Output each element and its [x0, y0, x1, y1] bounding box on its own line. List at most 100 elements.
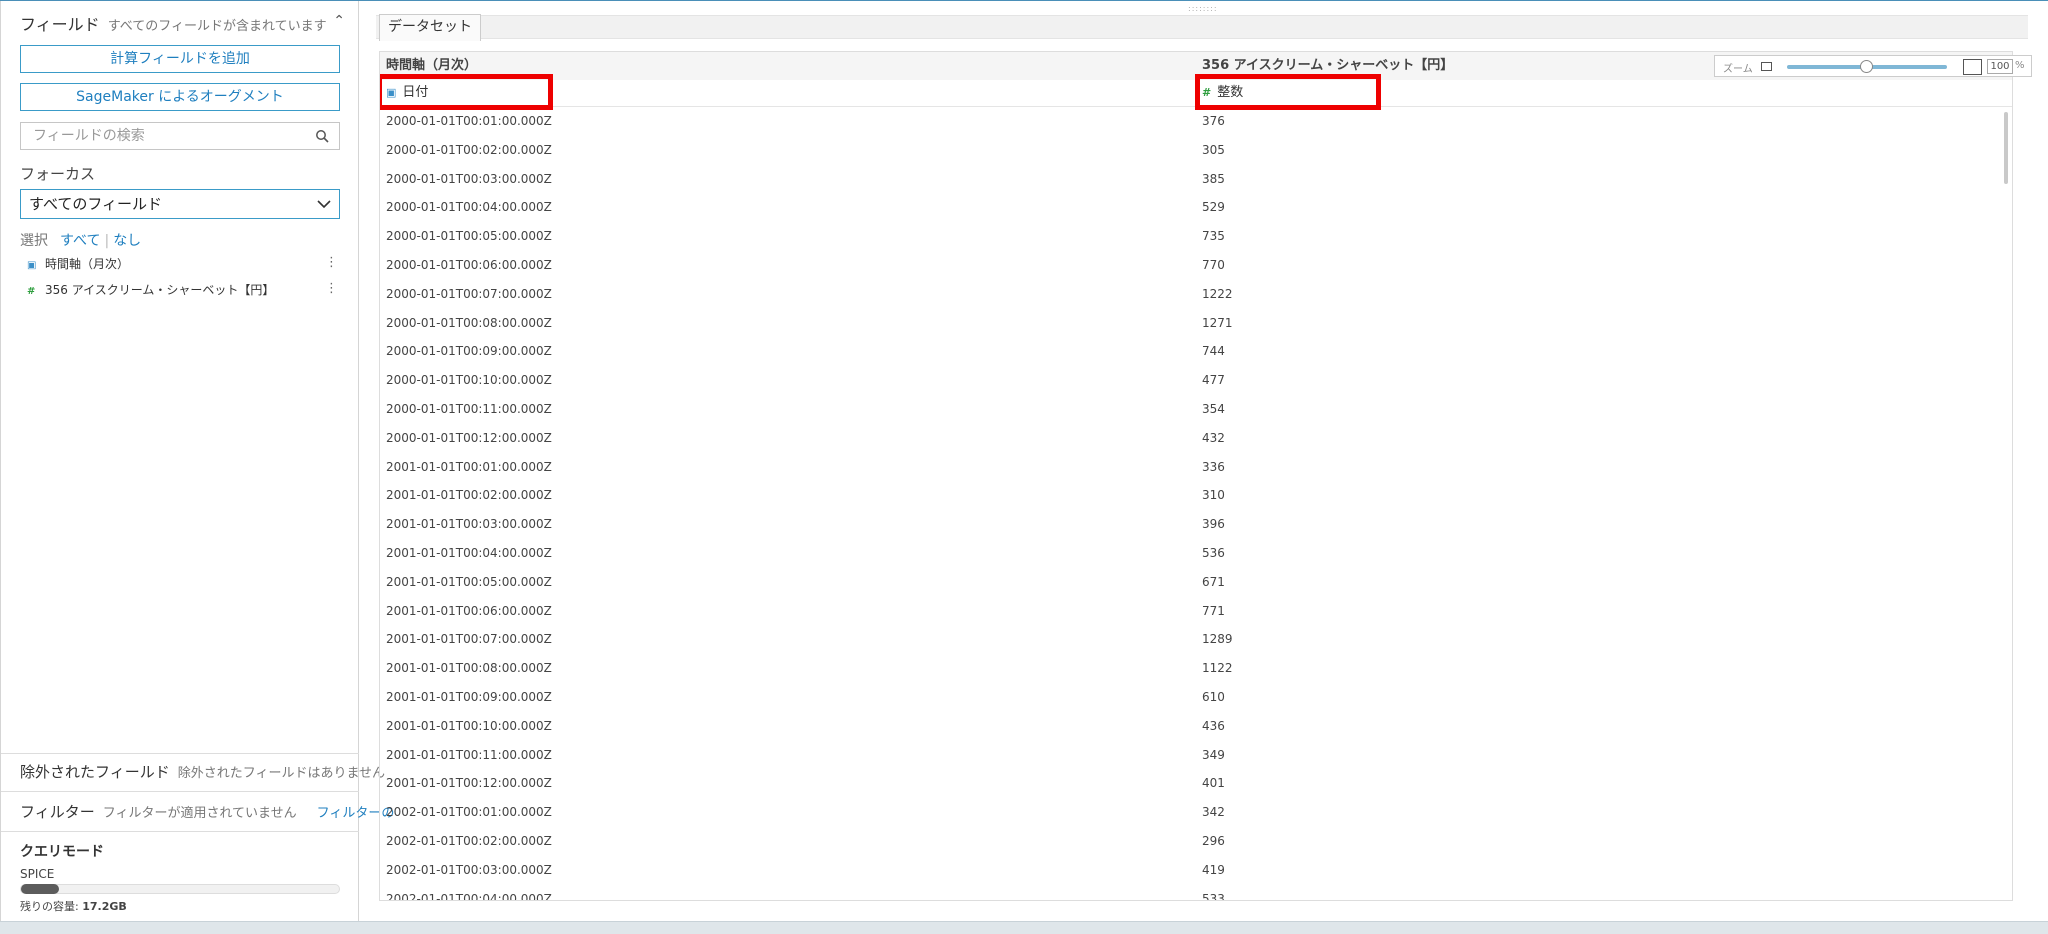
table-row[interactable]: 2001-01-01T00:04:00.000Z 536 — [380, 540, 2012, 569]
cell-date: 2002-01-01T00:04:00.000Z — [386, 891, 552, 901]
cell-value: 536 — [1202, 545, 1225, 560]
excluded-fields-title: 除外されたフィールド — [20, 763, 170, 781]
field-name: 時間軸（月次） — [45, 257, 130, 271]
filter-section[interactable]: フィルター フィルターが適用されていません フィルターの — [20, 801, 394, 822]
cell-value: 376 — [1202, 114, 1225, 128]
cell-date: 2000-01-01T00:10:00.000Z — [386, 373, 552, 388]
table-row[interactable]: 2001-01-01T00:12:00.000Z 401 — [380, 770, 2012, 799]
capacity-text: 残りの容量: 17.2GB — [20, 898, 127, 914]
sagemaker-augment-button[interactable]: SageMaker によるオーグメント — [20, 83, 340, 111]
excluded-fields-section[interactable]: 除外されたフィールド 除外されたフィールドはありません — [20, 761, 385, 782]
cell-value: 305 — [1202, 142, 1225, 157]
tab-dataset[interactable]: データセット — [379, 14, 481, 41]
cell-date: 2000-01-01T00:02:00.000Z — [386, 142, 552, 157]
main-panel: :::::::: データセット 時間軸（月次） 356 アイスクリーム・シャーベ… — [360, 1, 2048, 921]
table-row[interactable]: 2000-01-01T00:03:00.000Z 385 — [380, 166, 2012, 195]
cell-date: 2002-01-01T00:03:00.000Z — [386, 862, 552, 877]
table-row[interactable]: 2000-01-01T00:10:00.000Z 477 — [380, 367, 2012, 396]
zoom-slider-handle[interactable] — [1860, 60, 1873, 73]
table-row[interactable]: 2000-01-01T00:09:00.000Z 744 — [380, 338, 2012, 367]
fields-section-header[interactable]: フィールド すべてのフィールドが含まれています ⌃ — [20, 11, 345, 34]
cell-value: 342 — [1202, 805, 1225, 820]
table-row[interactable]: 2002-01-01T00:02:00.000Z 296 — [380, 828, 2012, 857]
cell-value: 735 — [1202, 229, 1225, 244]
table-body: 2000-01-01T00:01:00.000Z 376 2000-01-01T00… — [380, 108, 2012, 901]
cell-value: 396 — [1202, 517, 1225, 532]
zoom-value[interactable]: 100 — [1987, 59, 2013, 74]
focus-select[interactable]: すべてのフィールド — [20, 189, 340, 219]
cell-date: 2001-01-01T00:09:00.000Z — [386, 689, 552, 704]
table-row[interactable]: 2000-01-01T00:11:00.000Z 354 — [380, 396, 2012, 425]
table-row[interactable]: 2001-01-01T00:02:00.000Z 310 — [380, 482, 2012, 511]
cell-date: 2000-01-01T00:12:00.000Z — [386, 430, 552, 445]
table-row[interactable]: 2000-01-01T00:05:00.000Z 735 — [380, 223, 2012, 252]
cell-value: 336 — [1202, 459, 1225, 474]
cell-value: 436 — [1202, 718, 1225, 733]
table-row[interactable]: 2001-01-01T00:01:00.000Z 336 — [380, 454, 2012, 483]
field-search-input[interactable]: フィールドの検索 — [20, 122, 340, 150]
divider — [1, 831, 359, 832]
cell-value: 432 — [1202, 430, 1225, 445]
cell-date: 2001-01-01T00:11:00.000Z — [386, 747, 552, 762]
more-options-icon[interactable]: ⋮ — [325, 281, 338, 296]
cell-date: 2001-01-01T00:05:00.000Z — [386, 574, 552, 589]
table-row[interactable]: 2001-01-01T00:06:00.000Z 771 — [380, 598, 2012, 627]
table-row[interactable]: 2001-01-01T00:08:00.000Z 1122 — [380, 655, 2012, 684]
table-row[interactable]: 2001-01-01T00:07:00.000Z 1289 — [380, 626, 2012, 655]
cell-date: 2001-01-01T00:10:00.000Z — [386, 718, 552, 733]
table-row[interactable]: 2000-01-01T00:08:00.000Z 1271 — [380, 310, 2012, 339]
capacity-bar — [20, 884, 340, 894]
filter-subtitle: フィルターが適用されていません — [102, 806, 297, 821]
field-list-item[interactable]: ▣ 時間軸（月次） ⋮ — [27, 255, 338, 275]
table-row[interactable]: 2001-01-01T00:09:00.000Z 610 — [380, 684, 2012, 713]
more-options-icon[interactable]: ⋮ — [325, 255, 338, 270]
capacity-value: 17.2GB — [82, 900, 127, 913]
cell-date: 2000-01-01T00:09:00.000Z — [386, 344, 552, 359]
add-calculated-field-button[interactable]: 計算フィールドを追加 — [20, 45, 340, 73]
search-icon[interactable] — [315, 129, 329, 143]
select-all-link[interactable]: すべて — [60, 233, 100, 249]
select-none-link[interactable]: なし — [113, 233, 141, 249]
table-row[interactable]: 2002-01-01T00:01:00.000Z 342 — [380, 799, 2012, 828]
table-row[interactable]: 2000-01-01T00:07:00.000Z 1222 — [380, 281, 2012, 310]
highlight-box-date — [380, 74, 553, 110]
selection-controls: 選択 すべて | なし — [20, 230, 141, 250]
highlight-box-integer — [1195, 74, 1381, 110]
table-row[interactable]: 2002-01-01T00:04:00.000Z 533 — [380, 886, 2012, 901]
cell-value: 1289 — [1202, 632, 1233, 647]
table-row[interactable]: 2001-01-01T00:05:00.000Z 671 — [380, 569, 2012, 598]
table-row[interactable]: 2000-01-01T00:12:00.000Z 432 — [380, 425, 2012, 454]
focus-select-value: すべてのフィールド — [29, 195, 163, 213]
field-list-item[interactable]: #356 アイスクリーム・シャーベット【円】 ⋮ — [27, 281, 338, 301]
vertical-scrollbar[interactable] — [2004, 112, 2008, 184]
select-label: 選択 — [20, 233, 48, 249]
cell-value: 1122 — [1202, 661, 1233, 676]
cell-date: 2001-01-01T00:08:00.000Z — [386, 661, 552, 676]
table-row[interactable]: 2000-01-01T00:06:00.000Z 770 — [380, 252, 2012, 281]
cell-date: 2001-01-01T00:02:00.000Z — [386, 488, 552, 503]
focus-label: フォーカス — [20, 165, 96, 183]
zoom-out-icon[interactable] — [1761, 62, 1772, 71]
table-row[interactable]: 2001-01-01T00:03:00.000Z 396 — [380, 511, 2012, 540]
table-row[interactable]: 2002-01-01T00:03:00.000Z 419 — [380, 857, 2012, 886]
zoom-in-icon[interactable] — [1963, 59, 1982, 75]
zoom-label: ズーム — [1723, 64, 1753, 75]
table-row[interactable]: 2001-01-01T00:11:00.000Z 349 — [380, 742, 2012, 771]
cell-value: 349 — [1202, 747, 1225, 762]
zoom-control: ズーム 100 % — [1714, 55, 2032, 77]
cell-value: 771 — [1202, 603, 1225, 618]
table-row[interactable]: 2000-01-01T00:04:00.000Z 529 — [380, 194, 2012, 223]
table-row[interactable]: 2000-01-01T00:01:00.000Z 376 — [380, 108, 2012, 137]
cell-date: 2001-01-01T00:04:00.000Z — [386, 545, 552, 560]
cell-value: 310 — [1202, 488, 1225, 503]
cell-value: 671 — [1202, 574, 1225, 589]
cell-value: 1271 — [1202, 315, 1233, 330]
drag-handle[interactable]: :::::::: — [1188, 4, 1218, 13]
table-row[interactable]: 2001-01-01T00:10:00.000Z 436 — [380, 713, 2012, 742]
capacity-label: 残りの容量: — [20, 900, 79, 913]
cell-date: 2000-01-01T00:07:00.000Z — [386, 286, 552, 301]
tab-strip — [376, 15, 2028, 39]
table-row[interactable]: 2000-01-01T00:02:00.000Z 305 — [380, 137, 2012, 166]
chevron-up-icon[interactable]: ⌃ — [333, 13, 345, 29]
cell-value: 419 — [1202, 862, 1225, 877]
